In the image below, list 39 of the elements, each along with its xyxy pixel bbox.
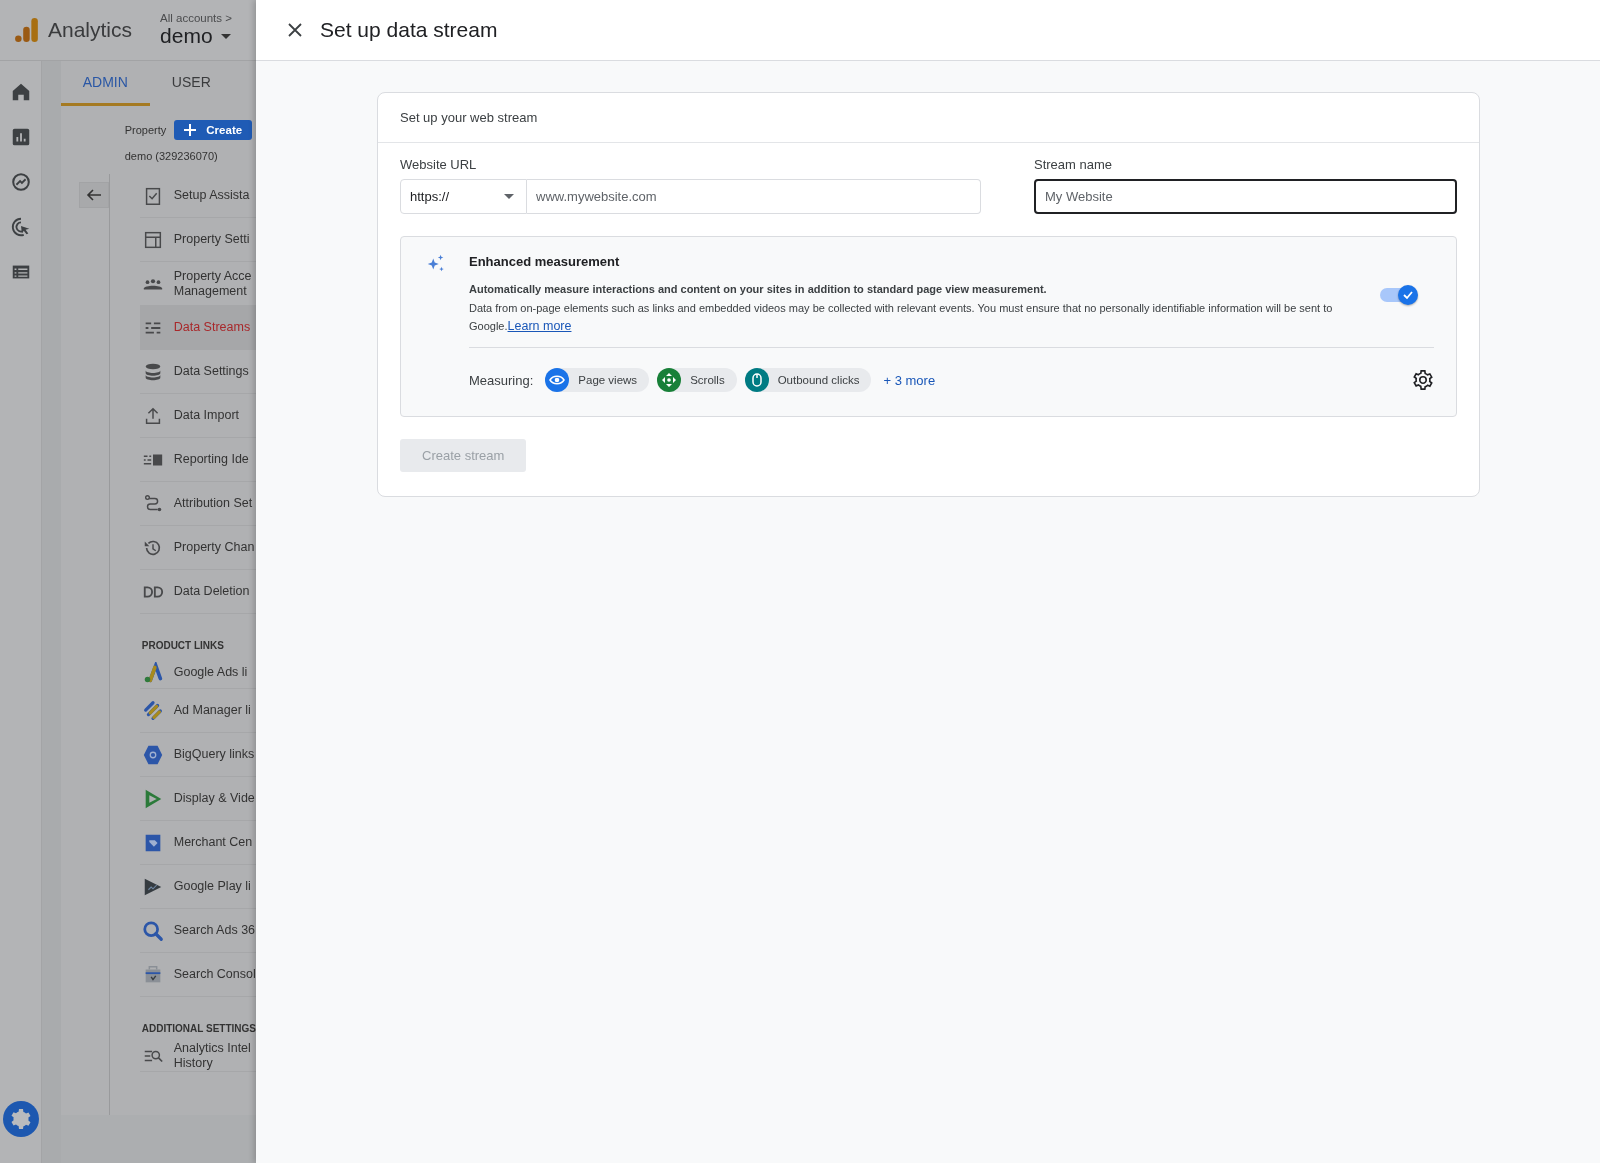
- check-icon: [1402, 289, 1414, 301]
- protocol-dropdown[interactable]: https://: [400, 179, 527, 214]
- nav-icon: [141, 699, 164, 722]
- section-heading: PRODUCT LINKS: [140, 639, 225, 653]
- property-label: Property: [124, 124, 167, 136]
- field-label: Stream name: [1034, 157, 1114, 172]
- breadcrumb[interactable]: All accounts >: [160, 12, 232, 24]
- property-name: demo (329236070): [123, 149, 219, 162]
- create-button[interactable]: Create: [174, 120, 253, 140]
- url-input-field[interactable]: www.mywebsite.com: [527, 179, 981, 214]
- trend-gauge-icon[interactable]: [9, 171, 32, 193]
- back-arrow-icon: [85, 187, 102, 203]
- stream-name-field[interactable]: My Website: [1034, 179, 1457, 214]
- measuring-label: Measuring:: [469, 372, 534, 388]
- admin-tab[interactable]: USER: [149, 61, 233, 106]
- field-label: Website URL: [400, 157, 478, 172]
- description-lead: Automatically measure interactions and content on your sites in addition to standard page view measurement.: [469, 283, 1048, 295]
- settings-icon[interactable]: [1412, 369, 1434, 391]
- back-button[interactable]: [78, 182, 109, 208]
- more-link[interactable]: + 3 more: [883, 372, 936, 388]
- analytics-logo-icon: [14, 15, 40, 45]
- account-selector[interactable]: demo: [160, 24, 232, 48]
- nav-icon: [141, 919, 164, 942]
- product-name: Analytics: [48, 18, 133, 42]
- measurement-chip: Outbound clicks: [744, 368, 872, 392]
- caret-icon: [504, 194, 514, 199]
- section-title: Enhanced measurement: [469, 254, 621, 269]
- section-heading: ADDITIONAL SETTINGS: [140, 1022, 256, 1036]
- admin-tab[interactable]: ADMIN: [60, 61, 150, 106]
- drawer-title: Set up data stream: [320, 18, 498, 42]
- card-heading: Set up your web stream: [378, 93, 1479, 143]
- caret-icon: [220, 33, 231, 39]
- description-text: Data from on-page elements such as links and embedded videos may be collected with relevant events. You must ensure that no personally identifiable information will be sent to Google.Learn more: [469, 301, 1334, 335]
- toggle-switch[interactable]: [1380, 288, 1416, 302]
- nav-icon: [141, 743, 164, 766]
- measurement-chip: Scrolls: [657, 368, 737, 392]
- measurement-chip: Page views: [545, 368, 650, 392]
- plus-icon: [184, 124, 197, 136]
- learn-more-link[interactable]: Learn more: [507, 319, 572, 333]
